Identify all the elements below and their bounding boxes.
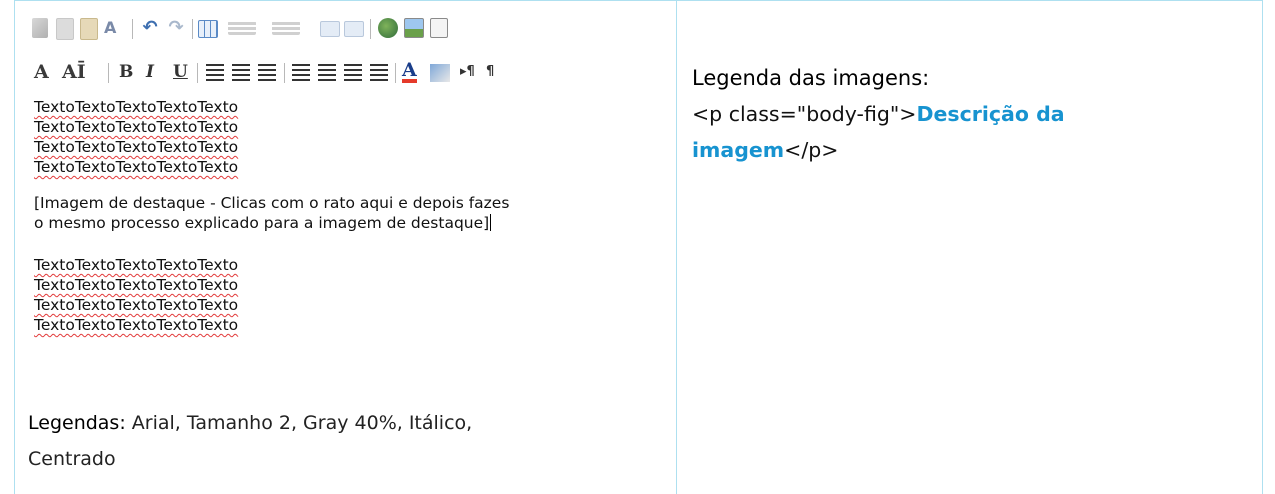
code-sample: <p class="body-fig">Descrição da imagem<… [692, 96, 1232, 168]
insert-image-icon[interactable] [404, 18, 424, 38]
doc-text-line: TextoTextoTextoTextoTexto [34, 138, 239, 156]
redo-icon[interactable]: ↷ [166, 18, 186, 38]
insert-column-icon[interactable] [272, 21, 300, 35]
align-center-icon[interactable] [232, 64, 250, 82]
table-border-middle [676, 0, 677, 494]
doc-text-line: TextoTextoTextoTextoTexto [34, 316, 239, 334]
ltr-direction-icon[interactable]: ▸¶ [460, 64, 476, 82]
code-open-tag: <p class="body-fig"> [692, 102, 917, 126]
increase-indent-icon[interactable] [370, 64, 388, 82]
decrease-indent-icon[interactable] [344, 64, 362, 82]
toolbar-separator [197, 63, 198, 83]
image-placeholder-line-1: [Imagem de destaque - Clicas com o rato … [34, 194, 510, 212]
captions-label: Legendas: [28, 412, 126, 434]
captions-text-line-1: Arial, Tamanho 2, Gray 40%, Itálico, [125, 412, 473, 434]
editor-screenshot: A ↶ ↷ A AĪ B I U A ▸¶ ¶ TextoTextoTextoT… [28, 8, 658, 396]
code-highlight-text-2: imagem [692, 138, 785, 162]
paste-icon[interactable] [80, 18, 98, 40]
align-left-icon[interactable] [206, 64, 224, 82]
doc-text-line: TextoTextoTextoTextoTexto [34, 296, 239, 314]
toolbar-separator [284, 63, 285, 83]
toolbar-separator [192, 19, 193, 39]
copy-icon[interactable] [56, 18, 74, 40]
merge-cells-icon[interactable] [320, 21, 340, 37]
table-border-right [1262, 0, 1263, 494]
code-highlight-text-1: Descrição da [916, 102, 1065, 126]
doc-text-line: TextoTextoTextoTextoTexto [34, 256, 239, 274]
toolbar-separator [108, 63, 109, 83]
editor-document[interactable]: TextoTextoTextoTextoTexto TextoTextoText… [34, 97, 658, 335]
toolbar-separator [395, 63, 396, 83]
hyperlink-icon[interactable] [378, 18, 398, 38]
image-caption-instructions: Legenda das imagens: <p class="body-fig"… [692, 60, 1232, 168]
table-icon[interactable] [198, 20, 218, 38]
captions-text-line-2: Centrado [28, 448, 116, 470]
split-cells-icon[interactable] [344, 21, 364, 37]
rtl-direction-icon[interactable]: ¶ [486, 64, 496, 82]
text-color-icon[interactable]: A [402, 61, 417, 83]
code-close-tag: </p> [784, 138, 839, 162]
table-border-left [14, 0, 15, 494]
toolbar-row-1: A ↶ ↷ [28, 10, 658, 44]
font-color-button[interactable]: A [34, 61, 49, 83]
doc-text-line: TextoTextoTextoTextoTexto [34, 98, 239, 116]
spellcheck-icon[interactable]: A [104, 18, 126, 38]
html-source-icon[interactable] [430, 18, 448, 38]
doc-text-line: TextoTextoTextoTextoTexto [34, 276, 239, 294]
doc-text-line: TextoTextoTextoTextoTexto [34, 158, 239, 176]
image-placeholder-line-2: o mesmo processo explicado para a imagem… [34, 213, 658, 233]
image-placeholder-text: o mesmo processo explicado para a imagem… [34, 214, 490, 232]
doc-text-line: TextoTextoTextoTextoTexto [34, 118, 239, 136]
numbered-list-icon[interactable] [292, 64, 310, 82]
italic-button[interactable]: I [146, 61, 154, 83]
undo-icon[interactable]: ↶ [140, 18, 160, 38]
text-caret [490, 214, 492, 231]
bulleted-list-icon[interactable] [318, 64, 336, 82]
captions-note: Legendas: Arial, Tamanho 2, Gray 40%, It… [28, 405, 628, 477]
insert-row-icon[interactable] [228, 21, 256, 35]
align-right-icon[interactable] [258, 64, 276, 82]
cut-icon[interactable] [32, 18, 48, 38]
toolbar-separator [132, 19, 133, 39]
highlight-color-icon[interactable] [430, 64, 450, 82]
table-border-top [14, 0, 1263, 1]
bold-button[interactable]: B [119, 61, 133, 83]
toolbar-separator [370, 19, 371, 39]
font-size-button[interactable]: AĪ [62, 61, 86, 83]
underline-button[interactable]: U [173, 61, 188, 83]
section-title: Legenda das imagens: [692, 66, 930, 90]
